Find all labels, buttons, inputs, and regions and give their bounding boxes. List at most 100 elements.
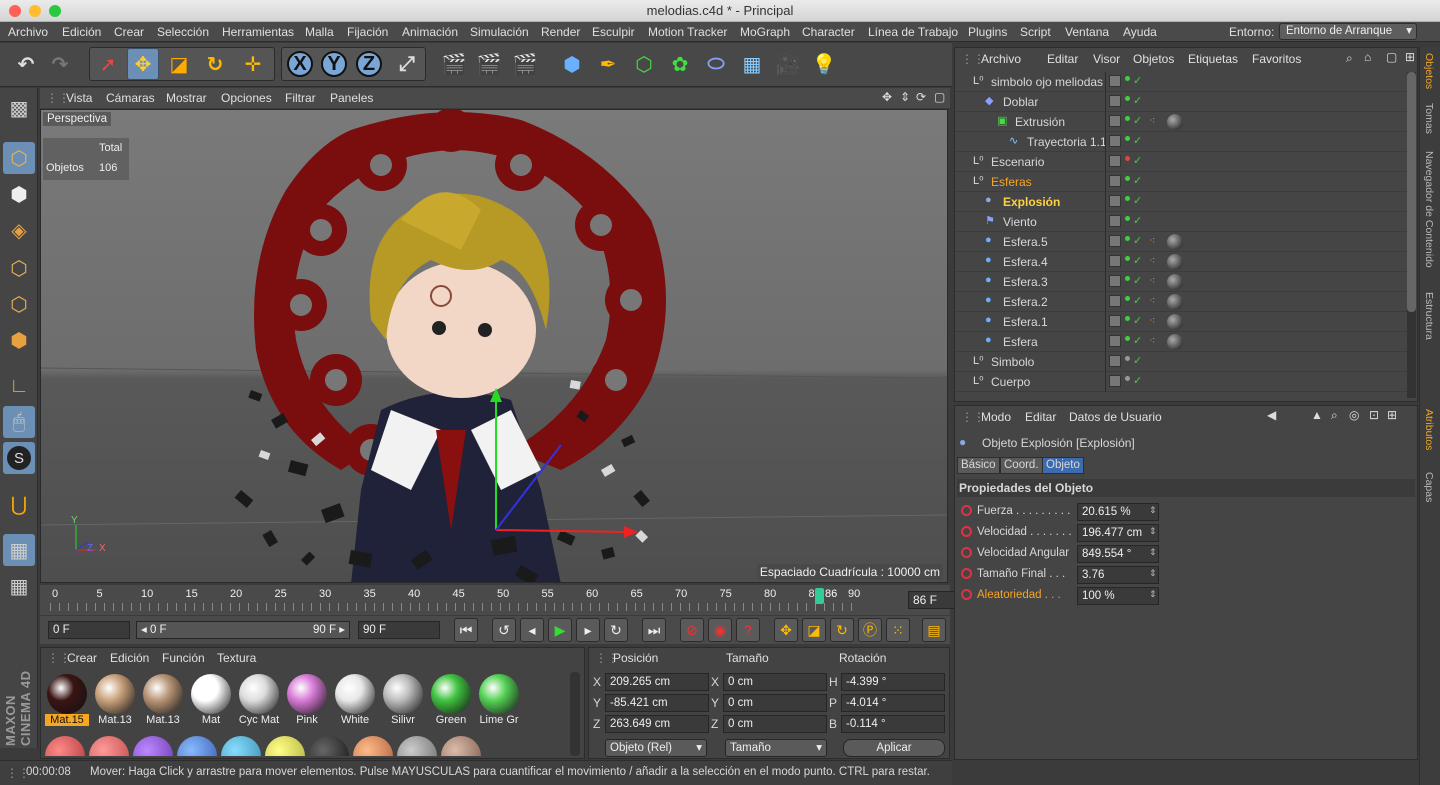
menu-animacion[interactable]: Animación <box>402 25 458 39</box>
autokey-button[interactable]: ◉ <box>708 618 732 642</box>
last-tool-button[interactable]: ✛ <box>237 48 269 80</box>
object-row[interactable]: ● Explosión ✓ <box>955 192 1417 212</box>
up-arrow-icon[interactable]: ▲ <box>1311 408 1323 422</box>
light-button[interactable]: 💡 <box>808 48 840 80</box>
pen-spline-button[interactable]: ✒ <box>592 48 624 80</box>
size-field[interactable]: 0 cm <box>723 694 827 712</box>
layer-icon[interactable] <box>1109 355 1121 367</box>
layer-icon[interactable] <box>1109 375 1121 387</box>
solo-mode-button[interactable]: S <box>3 442 35 474</box>
cloner-button[interactable]: ✿ <box>664 48 696 80</box>
attributes-menu-modo[interactable]: Modo <box>981 410 1011 424</box>
go-to-start-button[interactable]: ⏮ <box>454 618 478 642</box>
render-settings-button[interactable]: 🎬 <box>509 48 541 80</box>
tab-basico[interactable]: Básico <box>957 457 1000 474</box>
object-row[interactable]: L⁰ Esferas ✓ <box>955 172 1417 192</box>
keyframe-toggle-icon[interactable] <box>961 589 972 600</box>
keyframe-toggle-icon[interactable] <box>961 547 972 558</box>
visibility-dot-icon[interactable] <box>1125 116 1130 121</box>
stepper-icon[interactable]: ⇕ <box>1149 547 1157 558</box>
enabled-check-icon[interactable]: ✓ <box>1133 114 1142 127</box>
axis-mode-button[interactable]: ∟ <box>3 370 35 402</box>
x-axis-lock-button[interactable]: X <box>284 48 316 80</box>
make-editable-button[interactable]: ▩ <box>3 92 35 124</box>
cube-object-button[interactable]: ⬢ <box>556 48 588 80</box>
enabled-check-icon[interactable]: ✓ <box>1133 254 1142 267</box>
object-row[interactable]: ● Esfera.5 ✓ ⁖ <box>955 232 1417 252</box>
keyframe-toggle-icon[interactable] <box>961 505 972 516</box>
enabled-check-icon[interactable]: ✓ <box>1133 354 1142 367</box>
layer-icon[interactable] <box>1109 235 1121 247</box>
record-active-button[interactable]: ⊘ <box>680 618 704 642</box>
object-row[interactable]: L⁰ simbolo ojo meliodas ✓ <box>955 72 1417 92</box>
stepper-icon[interactable]: ⇕ <box>1149 505 1157 516</box>
menu-malla[interactable]: Malla <box>305 25 334 39</box>
material-tag-icon[interactable] <box>1167 334 1183 350</box>
menu-linea-de-trabajo[interactable]: Línea de Trabajo <box>868 25 958 39</box>
rotation-field[interactable]: -4.399 ° <box>841 673 945 691</box>
menu-archivo[interactable]: Archivo <box>8 25 48 39</box>
attributes-menu-datos-usuario[interactable]: Datos de Usuario <box>1069 410 1162 424</box>
visibility-dot-icon[interactable] <box>1125 356 1130 361</box>
layer-icon[interactable] <box>1109 115 1121 127</box>
size-field[interactable]: 0 cm <box>723 715 827 733</box>
property-value-field[interactable]: 3.76 <box>1077 566 1159 584</box>
layer-icon[interactable] <box>1109 195 1121 207</box>
property-value-field[interactable]: 196.477 cm <box>1077 524 1159 542</box>
tag-icon[interactable]: ⁖ <box>1149 334 1155 347</box>
object-scrollbar[interactable] <box>1407 72 1416 398</box>
menu-crear[interactable]: Crear <box>114 25 144 39</box>
side-tab-objetos[interactable]: Objetos <box>1423 53 1435 89</box>
visibility-dot-icon[interactable] <box>1125 96 1130 101</box>
object-row[interactable]: ● Esfera.3 ✓ ⁖ <box>955 272 1417 292</box>
viewport-menu-paneles[interactable]: Paneles <box>330 91 373 105</box>
menu-mograph[interactable]: MoGraph <box>740 25 790 39</box>
menu-fijacion[interactable]: Fijación <box>347 25 388 39</box>
keyframe-toggle-icon[interactable] <box>961 568 972 579</box>
objects-menu-editar[interactable]: Editar <box>1047 52 1078 66</box>
object-row[interactable]: ● Esfera.4 ✓ ⁖ <box>955 252 1417 272</box>
size-mode-select[interactable]: Tamaño ▾ <box>725 739 827 757</box>
viewport-menu-vista[interactable]: Vista <box>66 91 92 105</box>
viewport-zoom-icon[interactable]: ⇕ <box>900 90 910 104</box>
viewport-rotate-icon[interactable]: ⟳ <box>916 90 926 104</box>
points-mode-button[interactable]: ⬡ <box>3 252 35 284</box>
visibility-dot-icon[interactable] <box>1125 236 1130 241</box>
object-row[interactable]: ● Esfera ✓ ⁖ <box>955 332 1417 352</box>
texture-mode-button[interactable]: ⬢ <box>3 178 35 210</box>
side-tab-capas[interactable]: Capas <box>1423 472 1435 502</box>
coordinate-system-button[interactable]: ⤢ <box>391 48 423 80</box>
side-tab-atributos[interactable]: Atributos <box>1423 409 1435 450</box>
layer-icon[interactable] <box>1109 95 1121 107</box>
layer-icon[interactable] <box>1109 295 1121 307</box>
add-icon[interactable]: ⊞ <box>1405 50 1415 64</box>
live-selection-button[interactable]: ➚ <box>92 48 124 80</box>
tab-coord[interactable]: Coord. <box>1000 457 1043 474</box>
enabled-check-icon[interactable]: ✓ <box>1133 374 1142 387</box>
visibility-dot-icon[interactable] <box>1125 176 1130 181</box>
enabled-check-icon[interactable]: ✓ <box>1133 94 1142 107</box>
layer-icon[interactable] <box>1109 175 1121 187</box>
visibility-dot-icon[interactable] <box>1125 316 1130 321</box>
apply-button[interactable]: Aplicar <box>843 739 945 757</box>
objects-menu-favoritos[interactable]: Favoritos <box>1252 52 1301 66</box>
position-field[interactable]: 263.649 cm <box>605 715 709 733</box>
position-field[interactable]: 209.265 cm <box>605 673 709 691</box>
object-row[interactable]: ⚑ Viento ✓ <box>955 212 1417 232</box>
visibility-dot-icon[interactable] <box>1125 296 1130 301</box>
enabled-check-icon[interactable]: ✓ <box>1133 134 1142 147</box>
workplane-grid-button[interactable]: ▦ <box>3 570 35 602</box>
deformer-button[interactable]: ⬭ <box>700 48 732 80</box>
enabled-check-icon[interactable]: ✓ <box>1133 194 1142 207</box>
material-swatch[interactable]: Mat.13 <box>141 674 185 728</box>
material-swatch[interactable]: Mat <box>189 674 233 728</box>
undo-button[interactable]: ↶ <box>10 48 42 80</box>
stepper-icon[interactable]: ⇕ <box>1149 568 1157 579</box>
playhead[interactable] <box>815 588 824 604</box>
timeline-window-button[interactable]: ▤ <box>922 618 946 642</box>
camera-button[interactable]: 🎥 <box>772 48 804 80</box>
floor-button[interactable]: ▦ <box>736 48 768 80</box>
object-row[interactable]: ● Esfera.2 ✓ ⁖ <box>955 292 1417 312</box>
material-tag-icon[interactable] <box>1167 274 1183 290</box>
visibility-dot-icon[interactable] <box>1125 196 1130 201</box>
